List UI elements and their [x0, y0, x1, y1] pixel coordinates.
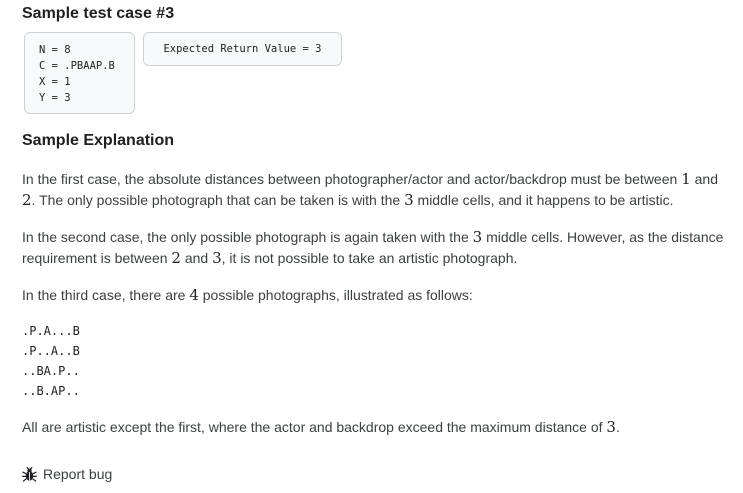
explanation-paragraph-3: In the third case, there are 4 possible … — [22, 285, 727, 306]
report-bug-label: Report bug — [43, 466, 113, 482]
code-line: .P..A..B — [22, 344, 80, 358]
code-line: ..B.AP.. — [22, 384, 80, 398]
bug-icon — [22, 466, 37, 482]
math-number: 3 — [212, 249, 222, 267]
text: possible photographs, illustrated as fol… — [198, 287, 473, 303]
input-line: N = 8 — [39, 44, 71, 56]
math-number: 2 — [171, 249, 181, 267]
text: In the first case, the absolute distance… — [22, 171, 682, 187]
explanation-paragraph-4: All are artistic except the first, where… — [22, 417, 727, 438]
text: In the third case, there are — [22, 287, 190, 303]
input-line: Y = 3 — [39, 92, 71, 104]
code-line: .P.A...B — [22, 324, 80, 338]
expected-output-box: Expected Return Value = 3 — [143, 32, 342, 66]
text: . — [615, 419, 620, 435]
explanation-paragraph-1: In the first case, the absolute distance… — [22, 169, 727, 211]
math-number: 3 — [404, 191, 414, 209]
input-line: C = .PBAAP.B — [39, 60, 115, 72]
explanation-paragraph-2: In the second case, the only possible ph… — [22, 227, 727, 269]
text: and — [180, 250, 213, 266]
text: In the second case, the only possible ph… — [22, 229, 473, 245]
text: . The only possible photograph that can … — [31, 192, 405, 208]
sample-input-box: N = 8 C = .PBAAP.B X = 1 Y = 3 — [24, 32, 135, 114]
sample-title: Sample test case #3 — [22, 5, 175, 22]
text: middle cells, and it happens to be artis… — [413, 192, 674, 208]
text: and — [690, 171, 718, 187]
illustration-code-block: .P.A...B .P..A..B ..BA.P.. ..B.AP.. — [22, 321, 80, 401]
explanation-title: Sample Explanation — [22, 132, 175, 149]
math-number: 3 — [472, 228, 483, 246]
math-number: 3 — [606, 418, 616, 436]
math-number: 1 — [681, 170, 691, 188]
math-number: 4 — [189, 286, 199, 304]
text: , it is not possible to take an artistic… — [221, 250, 518, 266]
code-line: ..BA.P.. — [22, 364, 80, 378]
report-bug-button[interactable]: Report bug — [22, 463, 112, 485]
math-number: 2 — [22, 191, 32, 209]
text: All are artistic except the first, where… — [22, 419, 607, 435]
problem-page: Sample test case #3 N = 8 C = .PBAAP.B X… — [0, 0, 743, 493]
input-line: X = 1 — [39, 76, 71, 88]
